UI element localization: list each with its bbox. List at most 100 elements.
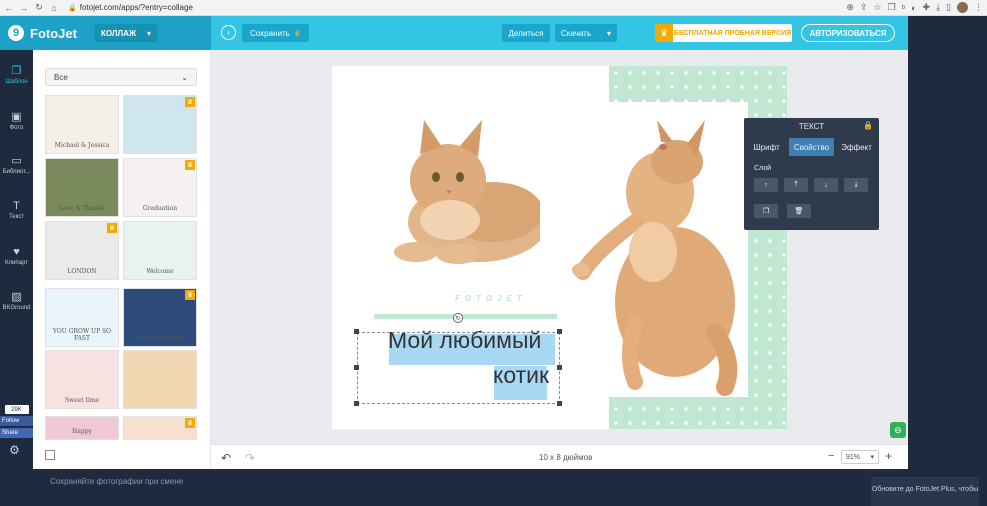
profile-avatar[interactable] — [957, 2, 968, 13]
resize-handle-bottom-left[interactable] — [354, 401, 359, 406]
delete-icon[interactable]: 🗑 — [787, 204, 811, 218]
text-panel-tabs: Шрифт Свойство Эффект — [744, 138, 879, 156]
photo-icon: ▣ — [11, 111, 22, 123]
facebook-follow-button[interactable]: Follow — [0, 416, 33, 426]
upgrade-button[interactable]: Обновите до FotoJet Plus, чтобы — [871, 477, 979, 506]
template-thumbnail[interactable]: Graduation ♛ — [123, 158, 197, 217]
undo-icon[interactable]: ↶ — [221, 451, 231, 465]
panel-checkbox[interactable] — [45, 450, 55, 460]
caret-down-icon: ▾ — [146, 28, 151, 38]
sidebar-item-library[interactable]: ▭ Библиот... — [0, 154, 33, 175]
resize-handle-left[interactable] — [354, 365, 359, 370]
zoom-fit-icon[interactable]: ⊖ — [890, 422, 906, 438]
redo-icon[interactable]: ↷ — [245, 451, 255, 465]
sidebar-item-background[interactable]: ▨ BKGround — [0, 290, 33, 311]
zoom-out-icon[interactable]: − — [828, 450, 834, 462]
template-thumbnail-title: MILLY & BOBBY — [134, 335, 186, 342]
back-arrow-icon[interactable]: ← — [3, 2, 15, 14]
crown-icon: ♛ — [107, 223, 117, 233]
crown-icon: ♛ — [185, 97, 195, 107]
filter-value: Все — [54, 72, 68, 82]
template-thumbnail[interactable]: Sweet time — [45, 350, 119, 409]
tab-effect[interactable]: Эффект — [834, 138, 879, 156]
template-thumbnail-title: Michael & Jessica — [54, 142, 110, 149]
free-trial-button[interactable]: ♛ БЕСПЛАТНАЯ ПРОБНАЯ ВЕРСИЯ — [655, 24, 792, 42]
photo-cell-2[interactable] — [565, 102, 748, 397]
sidebar-toggle-icon[interactable]: ▯ — [946, 2, 951, 13]
template-thumbnail[interactable]: Love & Thanks — [45, 158, 119, 217]
template-thumbnail[interactable]: YOU GROW UP SO FAST — [45, 288, 119, 347]
resize-handle-top-right[interactable] — [557, 329, 562, 334]
sidebar-item-label: Фото — [9, 125, 24, 131]
text-panel-title: ТЕКСТ — [798, 122, 825, 131]
text-selection-box[interactable] — [357, 332, 560, 404]
share-page-icon[interactable]: ⇪ — [860, 2, 868, 13]
social-widget: 29K Follow Share — [0, 405, 33, 438]
forward-arrow-icon[interactable]: → — [18, 2, 30, 14]
sidebar-item-clipart[interactable]: ♥ Клипарт — [0, 246, 33, 266]
collage-canvas[interactable]: FOTOJET Мой любимый котик ↻ — [332, 66, 787, 429]
save-button[interactable]: Сохранить ♛ — [242, 24, 309, 42]
address-bar[interactable]: 🔒 fotojet.com/apps/?entry=collage — [68, 3, 193, 12]
zoom-select[interactable]: 91% ▾ — [841, 450, 879, 464]
reload-icon[interactable]: ↻ — [33, 2, 45, 14]
header-brand-area: 9 FotoJet КОЛЛАЖ ▾ — [0, 16, 211, 50]
browser-menu-icon[interactable]: ⋮ — [974, 2, 983, 13]
extension-c-icon[interactable]: ◐ — [911, 3, 916, 13]
share-label: Делиться — [508, 28, 544, 38]
chevron-down-icon: ⌄ — [181, 72, 188, 82]
share-button[interactable]: Делиться — [502, 24, 550, 42]
sidebar-item-template[interactable]: ❐ Шаблон — [0, 64, 33, 85]
rotate-handle-icon[interactable]: ↻ — [453, 313, 463, 323]
background-icon: ▨ — [11, 291, 22, 303]
resize-handle-right[interactable] — [557, 365, 562, 370]
bookmark-star-icon[interactable]: ☆ — [874, 2, 882, 13]
template-thumbnail[interactable]: ♛ — [123, 95, 197, 154]
mode-label: КОЛЛАЖ — [100, 28, 137, 38]
back-circle-icon[interactable]: ‹ — [221, 25, 236, 40]
download-tray-icon[interactable]: ⤓ — [936, 2, 940, 13]
template-thumbnail-title: Welcome — [146, 268, 174, 275]
lock-icon[interactable]: 🔒 — [863, 121, 873, 130]
duplicate-icon[interactable]: ❐ — [754, 204, 778, 218]
template-icon: ❐ — [11, 65, 22, 77]
resize-handle-bottom-right[interactable] — [557, 401, 562, 406]
tab-font[interactable]: Шрифт — [744, 138, 789, 156]
download-button[interactable]: Скачать ▾ — [555, 24, 617, 42]
send-backward-icon[interactable]: ↓ — [814, 178, 838, 192]
template-thumbnail[interactable] — [123, 350, 197, 409]
extension-icon[interactable]: ❒ — [888, 2, 896, 13]
photo-cell-1[interactable] — [358, 102, 540, 270]
gear-icon[interactable]: ⚙ — [9, 443, 20, 457]
bring-to-front-icon[interactable]: ⤒ — [784, 178, 808, 192]
extension-b-icon[interactable]: ᵇ — [902, 3, 905, 13]
sidebar-item-text[interactable]: T Текст — [0, 200, 33, 220]
puzzle-icon[interactable]: ✚ — [923, 2, 931, 13]
sidebar-item-photo[interactable]: ▣ Фото — [0, 110, 33, 131]
template-thumbnail[interactable]: MILLY & BOBBY ♛ — [123, 288, 197, 347]
action-buttons: ❐ 🗑 — [754, 204, 811, 218]
follow-label: Follow — [2, 418, 20, 424]
bring-forward-icon[interactable]: ↑ — [754, 178, 778, 192]
template-filter-dropdown[interactable]: Все ⌄ — [45, 68, 197, 86]
save-label: Сохранить — [250, 28, 290, 38]
mode-dropdown[interactable]: КОЛЛАЖ ▾ — [94, 24, 157, 42]
resize-handle-top-left[interactable] — [354, 329, 359, 334]
decor-green-bar — [374, 314, 557, 319]
template-thumbnail[interactable]: Welcome — [123, 221, 197, 280]
lock-icon: 🔒 — [68, 4, 77, 12]
template-thumbnail[interactable]: ♛ — [123, 416, 197, 440]
sidebar-item-label: BKGround — [2, 305, 31, 311]
template-thumbnail[interactable]: Happy — [45, 416, 119, 440]
tab-property[interactable]: Свойство — [789, 138, 834, 156]
template-thumbnail[interactable]: Michael & Jessica — [45, 95, 119, 154]
zoom-icon[interactable]: ⊕ — [846, 2, 854, 13]
home-icon[interactable]: ⌂ — [48, 2, 60, 14]
login-button[interactable]: АВТОРИЗОВАТЬСЯ — [801, 24, 895, 42]
facebook-share-button[interactable]: Share — [0, 428, 33, 438]
zoom-in-icon[interactable]: + — [885, 449, 892, 463]
template-thumbnail[interactable]: LONDON ♛ — [45, 221, 119, 280]
standing-cat-image — [572, 120, 738, 396]
sidebar-item-label: Шаблон — [5, 79, 28, 85]
send-to-back-icon[interactable]: ⤓ — [844, 178, 868, 192]
